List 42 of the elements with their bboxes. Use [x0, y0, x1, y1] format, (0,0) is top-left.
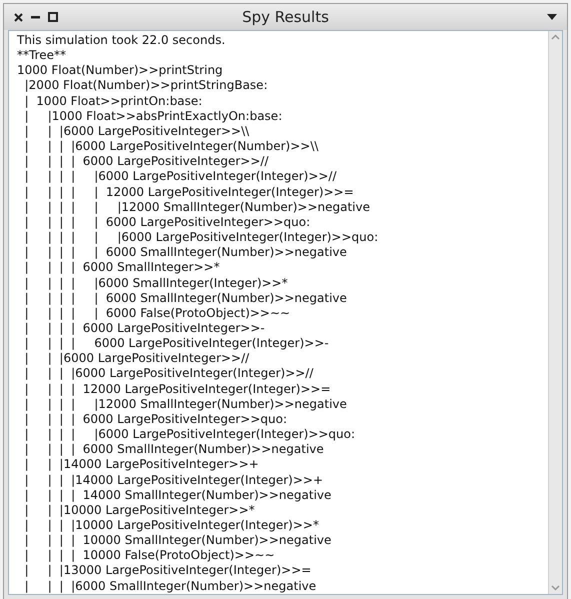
output-line: | | | | |6000 SmallInteger(Integer)>>* [24, 276, 288, 291]
output-line: | | |13000 LargePositiveInteger(Integer)>>= [24, 563, 312, 579]
output-line: | | | | | |12000 SmallInteger(Number)>>negative [24, 200, 370, 215]
output-line: | | |10000 LargePositiveInteger>>* [24, 502, 255, 518]
output-line: | | | | 6000 LargePositiveInteger(Integer)>>- [24, 336, 329, 352]
output-line: | | | |10000 LargePositiveInteger(Integer)>>* [24, 518, 319, 534]
output-line: | |1000 Float>>absPrintExactlyOn:base: [24, 108, 282, 124]
output-line: | | | | 10000 False(ProtoObject)>>~~ [24, 548, 275, 564]
close-icon[interactable] [14, 12, 23, 22]
output-line: This simulation took 22.0 seconds. [17, 33, 226, 48]
output-line: | | | | |6000 LargePositiveInteger(Integer)>>// [24, 169, 337, 185]
output-line: | | | | 6000 LargePositiveInteger>>quo: [24, 412, 288, 428]
output-line: | | | | 6000 LargePositiveInteger>>// [24, 154, 268, 170]
output-line: | | | | | 12000 LargePositiveInteger(Integer)>>= [24, 184, 354, 200]
output-line: | | |14000 LargePositiveInteger>>+ [24, 457, 259, 473]
output-line: | | | |14000 LargePositiveInteger(Integer)>>+ [24, 472, 323, 488]
output-line: | | | | | 6000 SmallInteger(Number)>>negative [24, 290, 347, 306]
dropdown-icon[interactable] [547, 14, 557, 20]
output-line: | | | |6000 SmallInteger(Number)>>negative [24, 578, 316, 594]
maximize-icon[interactable] [48, 12, 58, 22]
minimize-icon[interactable] [31, 16, 40, 18]
output-line: | | | | 6000 SmallInteger(Number)>>negative [24, 442, 324, 458]
output-line: | | | | | |6000 LargePositiveInteger(Integer)>>quo: [24, 230, 378, 246]
output-line: | | | |6000 LargePositiveInteger(Integer)>>// [24, 366, 314, 382]
output-line: | | | | 6000 LargePositiveInteger>>- [24, 320, 265, 336]
output-line: | | | | 10000 SmallInteger(Number)>>negative [24, 533, 332, 548]
output-line: | | | |6000 LargePositiveInteger(Number)>>\\ [24, 139, 318, 154]
output-line: **Tree** [17, 48, 66, 64]
output-line: | | | | 6000 SmallInteger>>* [24, 260, 220, 276]
output-line: 1000 Float(Number)>>printString [17, 63, 223, 78]
output-line: | | |6000 LargePositiveInteger>>// [24, 351, 250, 366]
output-line: | | | | | 6000 False(ProtoObject)>>~~ [24, 306, 290, 321]
output-line: | 1000 Float>>printOn:base: [24, 94, 202, 109]
output-line: | | | | | 6000 LargePositiveInteger>>quo: [24, 214, 310, 230]
output-line: | | | | |6000 LargePositiveInteger(Integer)>>quo: [24, 427, 356, 442]
output-line: | | | | 12000 LargePositiveInteger(Integer)>>= [24, 382, 331, 397]
window-title: Spy Results [241, 6, 330, 28]
output-line: | | | | | 6000 SmallInteger(Number)>>negative [24, 245, 347, 260]
output-line: |2000 Float(Number)>>printStringBase: [24, 78, 268, 94]
output-line: | | |6000 LargePositiveInteger>>\\ [24, 124, 250, 140]
output-line: | | | | 14000 SmallInteger(Number)>>negative [24, 488, 332, 503]
output-line: | | | | |12000 SmallInteger(Number)>>negative [24, 396, 347, 412]
